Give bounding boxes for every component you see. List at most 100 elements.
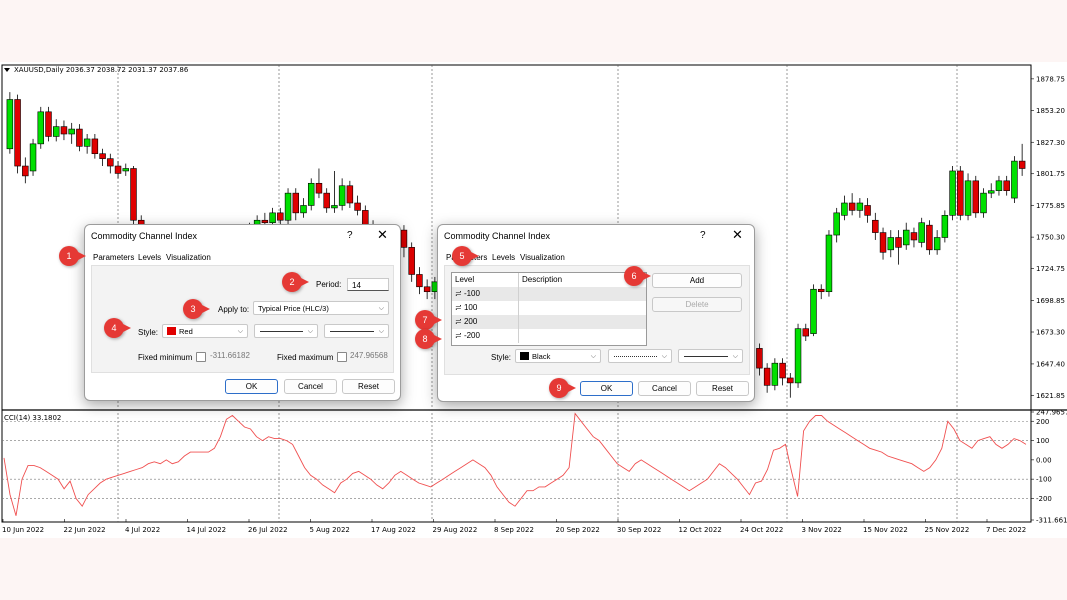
- callout-badge-3: 3: [183, 299, 210, 319]
- price-tick-label: 1775.85: [1036, 202, 1065, 210]
- column-description: Description: [518, 273, 562, 287]
- candle-body: [6, 99, 14, 150]
- candle-body: [1003, 180, 1010, 191]
- level-row[interactable]: ≓ -100: [452, 287, 646, 301]
- color-value: Black: [532, 352, 551, 361]
- cci-tick-label: -100: [1036, 476, 1052, 484]
- cancel-button[interactable]: Cancel: [638, 381, 691, 396]
- level-line-style-select[interactable]: ⌵: [608, 349, 672, 363]
- help-icon[interactable]: ?: [347, 230, 353, 241]
- ok-button[interactable]: OK: [225, 379, 278, 394]
- candle-body: [408, 247, 415, 275]
- line-width-select[interactable]: ⌵: [324, 324, 389, 338]
- help-icon[interactable]: ?: [700, 230, 706, 241]
- levels-panel: Level Description ≓ -100 ≓ 100 ≓ 200 ≓ -…: [444, 265, 750, 375]
- cci-tick-label: 200: [1036, 418, 1049, 426]
- candle-body: [300, 205, 307, 214]
- level-row[interactable]: ≓ -200: [452, 329, 646, 343]
- cci-tick-label: 100: [1036, 437, 1049, 445]
- candle-body: [400, 229, 408, 248]
- price-tick-label: 1724.75: [1036, 265, 1065, 273]
- callout-badge-7: 7: [415, 310, 442, 330]
- candle-body: [338, 185, 346, 206]
- tab-parameters[interactable]: Parameters: [93, 253, 134, 262]
- candle-body: [756, 348, 763, 369]
- dialog-titlebar[interactable]: Commodity Channel Index ? ✕: [85, 225, 400, 247]
- period-input[interactable]: 14: [347, 278, 389, 291]
- callout-badge-1: 1: [59, 246, 86, 266]
- style-label: Style:: [138, 328, 159, 337]
- color-swatch: [167, 327, 176, 335]
- chevron-down-icon: ⌵: [237, 328, 243, 335]
- candle-body: [130, 168, 137, 221]
- date-tick-label: 10 Jun 2022: [2, 526, 44, 534]
- delete-level-button[interactable]: Delete: [652, 297, 742, 312]
- level-color-select[interactable]: Black ⌵: [515, 349, 601, 363]
- cci-dialog-levels[interactable]: Commodity Channel Index ? ✕ Parameters L…: [437, 224, 755, 402]
- cancel-button[interactable]: Cancel: [284, 379, 337, 394]
- tab-levels[interactable]: Levels: [138, 253, 161, 262]
- candle-body: [315, 182, 323, 194]
- candle-body: [269, 212, 276, 224]
- candle-body: [964, 180, 972, 216]
- reset-button[interactable]: Reset: [342, 379, 395, 394]
- candle-body: [902, 229, 910, 246]
- reset-button[interactable]: Reset: [696, 381, 749, 396]
- candle-body: [763, 367, 771, 386]
- candle-body: [416, 274, 423, 288]
- tab-levels[interactable]: Levels: [492, 253, 515, 262]
- levels-table[interactable]: Level Description ≓ -100 ≓ 100 ≓ 200 ≓ -…: [451, 272, 647, 346]
- price-tick-label: 1878.75: [1036, 75, 1065, 83]
- callout-badge-8: 8: [415, 329, 442, 349]
- callout-badge-5: 5: [452, 246, 479, 266]
- color-select[interactable]: Red ⌵: [162, 324, 248, 338]
- close-icon[interactable]: ✕: [732, 228, 743, 241]
- callout-badge-6: 6: [624, 266, 651, 286]
- chevron-down-icon: ⌵: [732, 353, 738, 360]
- indicator-label: CCI(14) 33.1802: [4, 414, 61, 422]
- dialog-titlebar[interactable]: Commodity Channel Index ? ✕: [438, 225, 754, 247]
- price-tick-label: 1827.30: [1036, 139, 1065, 147]
- add-level-button[interactable]: Add: [652, 273, 742, 288]
- level-value: 200: [463, 317, 478, 326]
- color-swatch: [520, 352, 529, 360]
- tab-visualization[interactable]: Visualization: [166, 253, 211, 262]
- apply-to-label: Apply to:: [218, 305, 250, 314]
- candle-body: [52, 126, 60, 137]
- date-tick-label: 5 Aug 2022: [310, 526, 350, 534]
- close-icon[interactable]: ✕: [377, 228, 388, 241]
- ok-button[interactable]: OK: [580, 381, 633, 396]
- line-width-sample: [684, 356, 728, 357]
- tab-visualization[interactable]: Visualization: [520, 253, 565, 262]
- apply-to-select[interactable]: Typical Price (HLC/3) ⌵: [253, 301, 389, 315]
- candle-body: [284, 192, 292, 221]
- level-row[interactable]: ≓ 200: [452, 315, 646, 329]
- date-tick-label: 30 Sep 2022: [617, 526, 661, 534]
- candle-body: [292, 192, 300, 214]
- cci-tick-label: 247.9657: [1036, 409, 1067, 417]
- date-tick-label: 25 Nov 2022: [925, 526, 970, 534]
- level-row[interactable]: ≓ 100: [452, 301, 646, 315]
- price-tick-label: 1673.30: [1036, 329, 1065, 337]
- price-tick-label: 1801.75: [1036, 170, 1065, 178]
- parameters-panel: Period: 14 Apply to: Typical Price (HLC/…: [91, 265, 394, 373]
- level-line-width-select[interactable]: ⌵: [678, 349, 743, 363]
- candle-body: [423, 286, 431, 293]
- callout-badge-2: 2: [282, 272, 309, 292]
- fixed-minimum-checkbox[interactable]: [196, 352, 206, 362]
- candle-body: [37, 111, 45, 145]
- candle-body: [22, 165, 29, 177]
- candle-body: [949, 170, 956, 216]
- fixed-minimum-value: -311.66182: [210, 351, 250, 360]
- line-style-sample: [260, 331, 303, 332]
- line-style-select[interactable]: ⌵: [254, 324, 318, 338]
- candle-body: [887, 237, 895, 251]
- candle-body: [856, 202, 864, 211]
- candle-body: [771, 362, 779, 386]
- candle-body: [68, 128, 75, 135]
- candle-body: [779, 362, 786, 379]
- date-tick-label: 20 Sep 2022: [556, 526, 600, 534]
- cci-dialog-parameters[interactable]: Commodity Channel Index ? ✕ Parameters L…: [84, 224, 401, 401]
- callout-badge-9: 9: [549, 378, 576, 398]
- fixed-maximum-checkbox[interactable]: [337, 352, 347, 362]
